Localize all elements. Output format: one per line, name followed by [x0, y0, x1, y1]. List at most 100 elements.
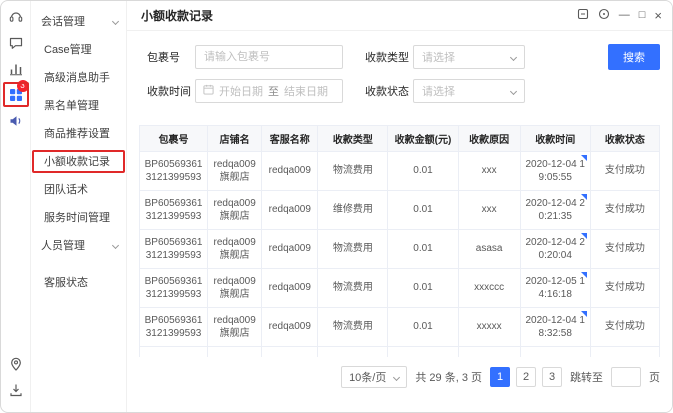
table-cell: xxx — [457, 151, 521, 191]
sidebar-item[interactable]: 高级消息助手 — [31, 63, 126, 91]
date-range-picker[interactable]: 开始日期 至 结束日期 — [195, 79, 343, 103]
chat-icon[interactable] — [8, 35, 24, 51]
table-cell: 支付成功 — [589, 190, 661, 230]
maximize-button[interactable]: □ — [639, 10, 646, 21]
table-cell — [387, 346, 459, 357]
close-button[interactable]: × — [654, 9, 662, 22]
table-cell: 2020-12-04 20:21:35 — [519, 190, 591, 230]
pay-type-label: 收款类型 — [365, 52, 409, 64]
table-cell: 维修费用 — [317, 190, 389, 230]
search-button[interactable]: 搜索 — [608, 44, 660, 70]
table-cell: 2020-12-05 14:16:18 — [519, 268, 591, 308]
help-icon[interactable] — [598, 8, 610, 23]
table-cell: xxx — [457, 190, 521, 230]
column-header: 收款金额(元) — [387, 125, 459, 152]
table-cell — [138, 346, 209, 357]
table-cell: xxxccc — [457, 268, 521, 308]
pay-type-select[interactable]: 请选择 — [413, 45, 525, 69]
table-cell: redqa009 — [261, 229, 319, 269]
table-cell — [317, 346, 389, 357]
table-row[interactable]: BP605693613121399593 redqa009旗舰店 redqa009 物… — [138, 229, 661, 269]
table-cell: 0.01 — [387, 229, 459, 269]
table-cell: BP605693613121399593 — [138, 229, 209, 269]
table-row-partial — [138, 346, 661, 357]
sidebar-item[interactable]: 会话管理 — [31, 7, 126, 35]
sidebar-item[interactable]: Case管理 — [31, 35, 126, 63]
sidebar-item[interactable]: 团队话术 — [31, 175, 126, 203]
table-row[interactable]: BP605693613121399593 redqa009旗舰店 redqa009 物… — [138, 307, 661, 347]
sidebar-item-label: 客服状态 — [44, 277, 88, 289]
table-cell — [261, 346, 319, 357]
chevron-down-icon — [393, 373, 401, 381]
table-row[interactable]: BP605693613121399593 redqa009旗舰店 redqa009 物… — [138, 151, 661, 191]
table-cell: 物流费用 — [317, 151, 389, 191]
sidebar-item-label: 团队话术 — [44, 184, 88, 196]
pay-status-label: 收款状态 — [365, 86, 409, 98]
table-cell: 支付成功 — [589, 229, 661, 269]
chevron-down-icon — [111, 241, 120, 249]
package-no-label: 包裹号 — [147, 52, 180, 64]
table-cell: xxxxx — [457, 307, 521, 347]
date-to-label: 至 — [268, 86, 279, 98]
page-button[interactable]: 3 — [542, 366, 562, 387]
table-header-row: 包裹号 店铺名 客服名称 收款类型 收款金额(元) 收款原因 收款时间 收款状态 — [138, 125, 661, 152]
column-header: 客服名称 — [261, 125, 319, 152]
customer-service-icon[interactable] — [8, 9, 24, 25]
table-cell: 支付成功 — [589, 307, 661, 347]
table-cell — [457, 346, 521, 357]
download-icon[interactable] — [8, 382, 24, 398]
sidebar: 会话管理 Case管理高级消息助手黑名单管理商品推荐设置 小额收款记录 团队话术服务时… — [31, 1, 127, 412]
rail-bottom-group — [8, 356, 24, 412]
sidebar-item-label: 小额收款记录 — [44, 156, 110, 168]
main-content: 小额收款记录 — □ × 包裹号 收款类型 请选择 — [127, 1, 672, 412]
table-cell: BP605693613121399593 — [138, 151, 209, 191]
sidebar-item-label: 商品推荐设置 — [44, 128, 110, 140]
apps-grid-icon[interactable]: 3 — [8, 80, 29, 103]
megaphone-icon[interactable] — [8, 113, 24, 129]
column-header: 收款类型 — [317, 125, 389, 152]
records-table: 包裹号 店铺名 客服名称 收款类型 收款金额(元) 收款原因 收款时间 收款状态 BP6056… — [138, 125, 661, 357]
table-cell: 0.01 — [387, 268, 459, 308]
table-row[interactable]: BP605693613121399593 redqa009旗舰店 redqa009 物… — [138, 268, 661, 308]
page-title: 小额收款记录 — [141, 9, 214, 23]
location-icon[interactable] — [8, 356, 24, 372]
table-cell: 0.01 — [387, 151, 459, 191]
filter-panel: 包裹号 收款类型 请选择 收款时间 开始日期 至 结束日期 收 — [127, 31, 672, 125]
stats-icon[interactable] — [8, 61, 24, 77]
sidebar-item[interactable]: 商品推荐设置 — [31, 119, 126, 147]
jump-input[interactable] — [611, 366, 641, 387]
table-cell: 支付成功 — [589, 268, 661, 308]
table-row[interactable]: BP605693613121399593 redqa009旗舰店 redqa009 维… — [138, 190, 661, 230]
table-cell: redqa009旗舰店 — [207, 229, 263, 269]
table-cell: 2020-12-04 19:05:55 — [519, 151, 591, 191]
table-cell: 0.01 — [387, 307, 459, 347]
sidebar-item-label: 高级消息助手 — [44, 72, 110, 84]
table-cell: asasa — [457, 229, 521, 269]
sidebar-item[interactable]: 服务时间管理 — [31, 203, 126, 231]
page-button[interactable]: 2 — [516, 366, 536, 387]
package-no-input[interactable] — [195, 45, 343, 69]
icon-rail: 3 — [1, 1, 31, 412]
sidebar-item[interactable]: 小额收款记录 — [31, 147, 126, 175]
sidebar-item[interactable]: 人员管理 — [31, 231, 126, 259]
pagination-total: 共 29 条, 3 页 — [415, 371, 482, 384]
table-cell: redqa009 — [261, 151, 319, 191]
table-cell: redqa009 — [261, 190, 319, 230]
table-cell: redqa009 — [261, 268, 319, 308]
pay-status-select[interactable]: 请选择 — [413, 79, 525, 103]
table-cell: 物流费用 — [317, 268, 389, 308]
page-button[interactable]: 1 — [490, 366, 510, 387]
sidebar-menu: 会话管理 Case管理高级消息助手黑名单管理商品推荐设置 小额收款记录 团队话术服务时… — [31, 1, 126, 296]
column-header: 收款状态 — [589, 125, 661, 152]
notification-badge: 3 — [16, 80, 29, 92]
pagination: 10条/页 共 29 条, 3 页 123 跳转至 页 — [127, 357, 672, 397]
sidebar-item[interactable]: 客服状态 — [31, 268, 126, 296]
minimize-button[interactable]: — — [619, 10, 630, 21]
table-cell — [519, 346, 591, 357]
widget-icon[interactable] — [577, 8, 589, 23]
table-cell: 支付成功 — [589, 151, 661, 191]
page-size-select[interactable]: 10条/页 — [341, 365, 408, 388]
sidebar-item[interactable]: 黑名单管理 — [31, 91, 126, 119]
table-cell: 2020-12-04 20:20:04 — [519, 229, 591, 269]
table-cell: redqa009旗舰店 — [207, 151, 263, 191]
